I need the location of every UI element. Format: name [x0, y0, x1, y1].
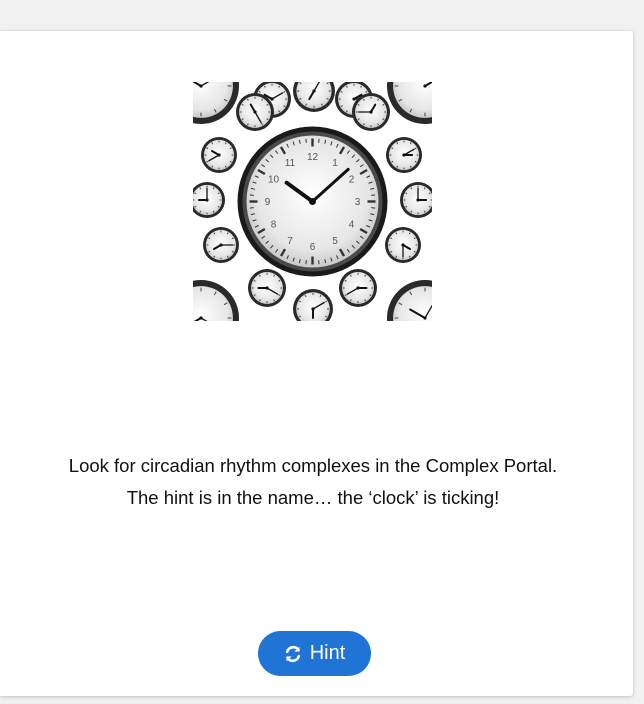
- small-clock-icon: [203, 227, 239, 263]
- puzzle-message: Look for circadian rhythm complexes in t…: [0, 450, 626, 514]
- svg-text:2: 2: [349, 175, 355, 186]
- svg-text:3: 3: [355, 197, 361, 208]
- small-clock-icon: [193, 182, 225, 218]
- svg-text:6: 6: [310, 242, 316, 253]
- small-clock-icon: [387, 82, 432, 124]
- small-clock-icon: [293, 289, 333, 321]
- svg-text:7: 7: [287, 236, 293, 247]
- small-clock-icon: [236, 93, 274, 131]
- small-clock-icon: [248, 269, 286, 307]
- small-clock-icon: [193, 280, 239, 321]
- small-clock-icon: [385, 227, 421, 263]
- svg-text:10: 10: [268, 175, 280, 186]
- small-clock-icon: [201, 137, 237, 173]
- small-clock-icon: [339, 269, 377, 307]
- main-clock-icon: 121234567891011: [237, 126, 388, 277]
- clock-collage-icon: 121234567891011: [193, 82, 432, 321]
- message-line-2: The hint is in the name… the ‘clock’ is …: [126, 487, 500, 508]
- small-clock-icon: [387, 280, 432, 321]
- refresh-icon: [284, 645, 302, 663]
- svg-text:9: 9: [265, 197, 271, 208]
- hint-button-label: Hint: [309, 642, 346, 664]
- clock-collage-image: 12 1 2 3 4 5 6 7 8 9 10 11: [193, 82, 432, 321]
- hint-button[interactable]: Hint: [258, 631, 371, 676]
- svg-text:8: 8: [271, 220, 277, 231]
- small-clock-icon: [193, 82, 239, 124]
- small-clock-icon: [352, 93, 390, 131]
- small-clock-icon: [400, 182, 432, 218]
- svg-text:12: 12: [307, 152, 319, 163]
- small-clock-icon: [386, 137, 422, 173]
- message-line-1: Look for circadian rhythm complexes in t…: [68, 455, 558, 476]
- svg-text:4: 4: [349, 220, 355, 231]
- svg-text:11: 11: [285, 158, 296, 169]
- puzzle-card: 12 1 2 3 4 5 6 7 8 9 10 11 Look for circadian rhyth…: [0, 31, 633, 696]
- svg-text:5: 5: [332, 236, 338, 247]
- small-clock-icon: [293, 82, 335, 112]
- svg-text:1: 1: [332, 158, 338, 169]
